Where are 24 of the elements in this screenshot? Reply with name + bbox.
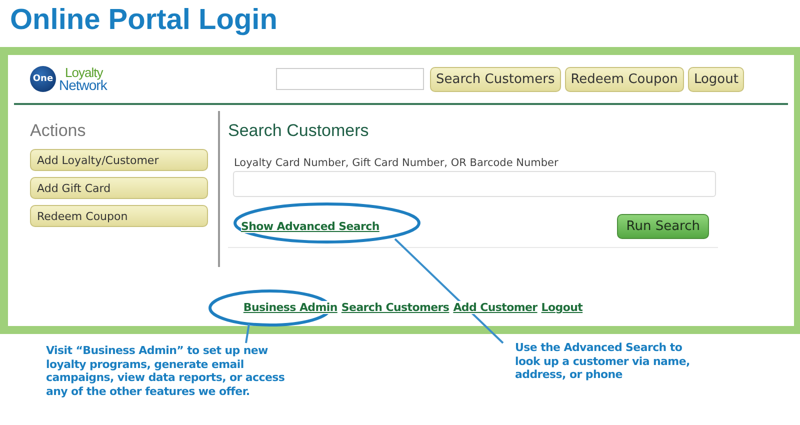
- footer-link[interactable]: Search Customers: [341, 301, 450, 314]
- action-button[interactable]: Redeem Coupon: [30, 205, 208, 227]
- footer-link[interactable]: Add Customer: [453, 301, 538, 314]
- logo-badge: One: [30, 66, 56, 92]
- field-label: Loyalty Card Number, Gift Card Number, OR Barcode Number: [234, 157, 560, 169]
- run-search-button[interactable]: Run Search: [617, 214, 709, 239]
- footer-link[interactable]: Business Admin: [243, 301, 338, 314]
- input-field[interactable]: [233, 171, 716, 197]
- logo-text: Network: [59, 79, 107, 91]
- page-title: Online Portal Login: [9, 3, 278, 38]
- sidebar-heading: Actions: [30, 121, 87, 141]
- leader-line: [245, 324, 250, 344]
- advanced-search-link[interactable]: Show Advanced Search: [241, 220, 380, 233]
- section-heading: Search Customers: [228, 121, 370, 141]
- annotation-note: Visit “Business Admin” to set up new loyalty programs, generate email campaigns, view data reports, or access any of the other features we offer.: [46, 344, 286, 398]
- logo-text: Loyalty: [65, 67, 104, 79]
- footer-link[interactable]: Logout: [541, 301, 583, 314]
- annotation-note: Use the Advanced Search to look up a customer via name, address, or phone: [515, 341, 691, 382]
- action-button[interactable]: Add Loyalty/Customer: [30, 149, 208, 171]
- nav-button[interactable]: Search Customers: [430, 66, 561, 92]
- nav-button[interactable]: Logout: [688, 66, 744, 92]
- nav-button[interactable]: Redeem Coupon: [564, 66, 684, 92]
- search-field[interactable]: [276, 68, 424, 90]
- action-button[interactable]: Add Gift Card: [30, 177, 208, 199]
